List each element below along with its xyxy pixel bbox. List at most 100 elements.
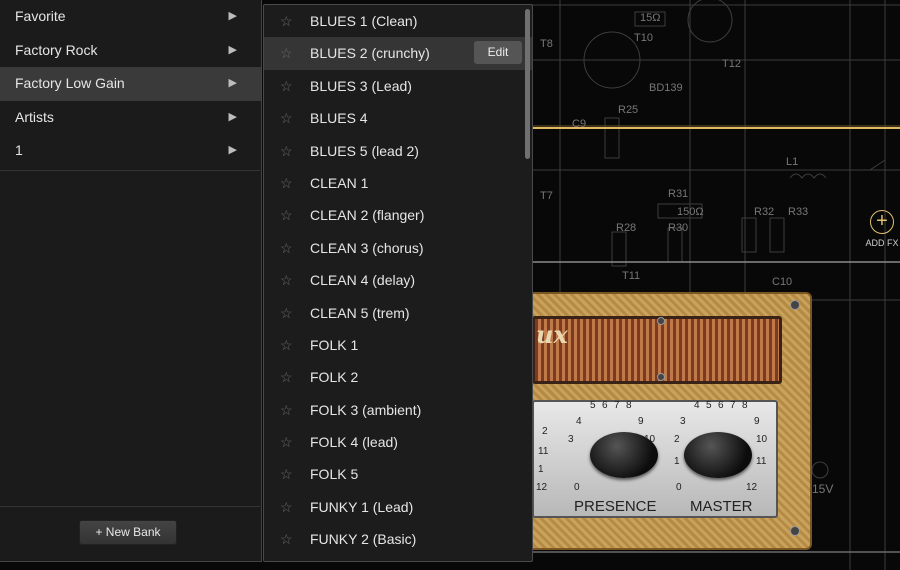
bank-item-label: 1 (15, 142, 23, 158)
preset-label: CLEAN 3 (chorus) (310, 239, 424, 256)
schematic-label: R30 (668, 222, 689, 234)
scale-number: 1 (538, 464, 544, 475)
scale-number: 6 (602, 400, 608, 411)
scale-number: 8 (742, 400, 748, 411)
bank-item-label: Factory Low Gain (15, 75, 125, 91)
preset-label: BLUES 4 (310, 110, 368, 127)
preset-item[interactable]: ☆ FUNKY 1 (Lead) (264, 491, 532, 523)
preset-item[interactable]: ☆ BLUES 3 (Lead) (264, 70, 532, 102)
preset-item[interactable]: ☆ CLEAN 5 (trem) (264, 297, 532, 329)
preset-item[interactable]: ☆ BLUES 2 (crunchy) Edit (264, 37, 532, 70)
star-icon[interactable]: ☆ (280, 426, 293, 458)
arrow-right-icon: ▶ (228, 43, 237, 56)
preset-item[interactable]: ☆ FOLK 5 (264, 458, 532, 490)
schematic-label: T12 (722, 58, 741, 70)
preset-item[interactable]: ☆ CLEAN 1 (264, 167, 532, 199)
scale-number: 7 (614, 400, 620, 411)
scale-number: 10 (756, 434, 768, 445)
preset-label: FOLK 4 (lead) (310, 434, 398, 451)
add-fx-button[interactable]: + ADD FX (862, 210, 900, 248)
arrow-right-icon: ▶ (228, 10, 237, 22)
schematic-label: C10 (772, 276, 793, 288)
scale-number: 8 (626, 400, 632, 411)
bank-item-artists[interactable]: Artists ▶ (0, 101, 261, 135)
scale-number: 5 (590, 400, 596, 411)
preset-label: FOLK 1 (310, 336, 359, 353)
schematic-label: R25 (618, 104, 639, 116)
star-icon[interactable]: ☆ (280, 102, 293, 134)
preset-label: FOLK 5 (310, 466, 359, 483)
presence-knob[interactable] (590, 432, 658, 478)
star-icon[interactable]: ☆ (280, 5, 293, 37)
schematic-label: L1 (786, 156, 799, 168)
master-label: MASTER (690, 498, 753, 515)
bank-item-favorite[interactable]: Favorite ▶ (0, 0, 261, 34)
schematic-label: 15V (812, 482, 834, 496)
bank-item-factory-rock[interactable]: Factory Rock ▶ (0, 34, 261, 68)
schematic-label: R33 (788, 206, 809, 218)
edit-button[interactable]: Edit (474, 41, 522, 65)
bank-item-factory-low-gain[interactable]: Factory Low Gain ▶ (0, 67, 261, 101)
scrollbar[interactable] (525, 9, 530, 159)
preset-item[interactable]: ☆ BLUES 4 (264, 102, 532, 134)
schematic-label: T10 (634, 32, 653, 44)
new-bank-button[interactable]: + New Bank (79, 520, 177, 545)
star-icon[interactable]: ☆ (280, 458, 293, 490)
preset-item[interactable]: ☆ CLEAN 2 (flanger) (264, 199, 532, 231)
scale-number: 0 (574, 482, 580, 493)
star-icon[interactable]: ☆ (280, 167, 293, 199)
preset-label: BLUES 3 (Lead) (310, 77, 412, 94)
amp-head: ux 5 6 7 8 4 9 3 10 2 11 1 12 0 PRESENCE… (520, 292, 812, 550)
preset-label: FOLK 2 (310, 369, 359, 386)
preset-label: CLEAN 2 (flanger) (310, 207, 425, 224)
star-icon[interactable]: ☆ (280, 523, 293, 555)
preset-label: CLEAN 1 (310, 174, 369, 191)
scale-number: 7 (730, 400, 736, 411)
star-icon[interactable]: ☆ (280, 232, 293, 264)
scale-number: 9 (638, 416, 644, 427)
preset-item[interactable]: ☆ FOLK 3 (ambient) (264, 394, 532, 426)
star-icon[interactable]: ☆ (280, 199, 293, 231)
arrow-right-icon: ▶ (228, 77, 237, 89)
preset-label: FOLK 3 (ambient) (310, 401, 422, 418)
amp-logo: ux (536, 320, 568, 349)
scale-number: 5 (706, 400, 712, 411)
preset-label: BLUES 1 (Clean) (310, 13, 418, 29)
schematic-label: R32 (754, 206, 775, 218)
schematic-label: 15Ω (640, 12, 661, 24)
add-fx-label: ADD FX (865, 238, 899, 248)
preset-item[interactable]: ☆ CLEAN 4 (delay) (264, 264, 532, 296)
preset-item[interactable]: ☆ FOLK 1 (264, 329, 532, 361)
star-icon[interactable]: ☆ (280, 37, 293, 69)
schematic-label: T7 (540, 190, 553, 202)
star-icon[interactable]: ☆ (280, 264, 293, 296)
bank-item-1[interactable]: 1 ▶ (0, 134, 261, 168)
preset-item[interactable]: ☆ FOLK 4 (lead) (264, 426, 532, 458)
star-icon[interactable]: ☆ (280, 70, 293, 102)
bank-item-label: Artists (15, 108, 54, 125)
star-icon[interactable]: ☆ (280, 361, 293, 393)
star-icon[interactable]: ☆ (280, 329, 293, 361)
scale-number: 4 (694, 400, 700, 411)
preset-item[interactable]: ☆ BLUES 5 (lead 2) (264, 135, 532, 167)
preset-label: BLUES 5 (lead 2) (310, 142, 419, 159)
arrow-right-icon: ▶ (228, 144, 237, 156)
scale-number: 3 (568, 434, 574, 445)
bank-menu: Favorite ▶ Factory Rock ▶ Factory Low Ga… (0, 0, 262, 562)
star-icon[interactable]: ☆ (280, 491, 293, 523)
schematic-label: T8 (540, 38, 553, 50)
preset-item[interactable]: ☆ FUNKY 2 (Basic) (264, 523, 532, 555)
scale-number: 6 (718, 400, 724, 411)
scale-number: 3 (680, 416, 686, 427)
preset-label: CLEAN 4 (delay) (310, 272, 416, 289)
preset-label: CLEAN 5 (trem) (310, 304, 410, 321)
scale-number: 0 (676, 482, 682, 493)
preset-item[interactable]: ☆ CLEAN 3 (chorus) (264, 232, 532, 264)
master-knob[interactable] (684, 432, 752, 478)
star-icon[interactable]: ☆ (280, 135, 293, 167)
preset-item[interactable]: ☆ BLUES 1 (Clean) (264, 5, 532, 37)
star-icon[interactable]: ☆ (280, 297, 293, 329)
scale-number: 9 (754, 416, 760, 427)
star-icon[interactable]: ☆ (280, 394, 293, 426)
preset-item[interactable]: ☆ FOLK 2 (264, 361, 532, 393)
